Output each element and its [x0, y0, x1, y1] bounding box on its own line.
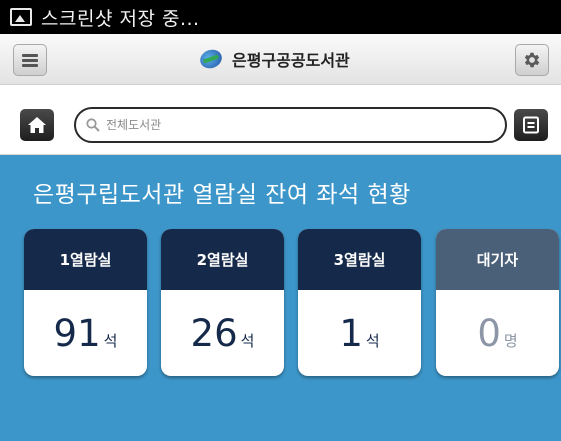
card-body: 91 석 [24, 290, 147, 376]
hamburger-icon [22, 54, 38, 67]
status-text: 스크린샷 저장 중... [41, 7, 200, 30]
seat-unit: 석 [103, 331, 118, 350]
card-body: 26 석 [161, 290, 284, 376]
page-title: 은평구립도서관 열람실 잔여 좌석 현황 [33, 182, 411, 208]
app-header: 은평구공공도서관 [0, 34, 561, 85]
card-body: 1 석 [298, 290, 421, 376]
card-label: 대기자 [436, 229, 559, 290]
status-bar: 스크린샷 저장 중... [0, 0, 561, 34]
screenshot-icon [10, 8, 32, 26]
library-logo-icon [197, 46, 225, 72]
card-body: 0 명 [436, 290, 559, 376]
card-label: 1열람실 [24, 229, 147, 290]
seat-unit: 석 [240, 331, 255, 350]
brand: 은평구공공도서관 [197, 46, 350, 72]
search-box[interactable] [74, 107, 507, 143]
waiting-unit: 명 [503, 331, 518, 350]
seat-count: 1 [339, 311, 363, 355]
search-icon [86, 118, 100, 132]
seat-status-panel: 은평구립도서관 열람실 잔여 좌석 현황 1열람실 91 석 2열람실 26 석… [0, 155, 561, 441]
menu-button[interactable] [13, 44, 47, 76]
card-label: 3열람실 [298, 229, 421, 290]
waiting-count: 0 [477, 311, 501, 355]
seat-unit: 석 [365, 331, 380, 350]
search-row [0, 85, 561, 155]
gear-icon [524, 52, 540, 68]
card-label: 2열람실 [161, 229, 284, 290]
book-icon [523, 116, 539, 134]
waiting-list-card[interactable]: 대기자 0 명 [436, 229, 559, 376]
app-title: 은평구공공도서관 [232, 51, 350, 70]
settings-button[interactable] [515, 44, 549, 76]
seat-count: 91 [53, 311, 101, 355]
reading-room-3-card[interactable]: 3열람실 1 석 [298, 229, 421, 376]
library-card-button[interactable] [514, 109, 548, 141]
search-input[interactable] [104, 117, 488, 133]
reading-room-2-card[interactable]: 2열람실 26 석 [161, 229, 284, 376]
home-icon [28, 117, 46, 133]
home-button[interactable] [20, 109, 54, 141]
reading-room-1-card[interactable]: 1열람실 91 석 [24, 229, 147, 376]
seat-count: 26 [190, 311, 238, 355]
